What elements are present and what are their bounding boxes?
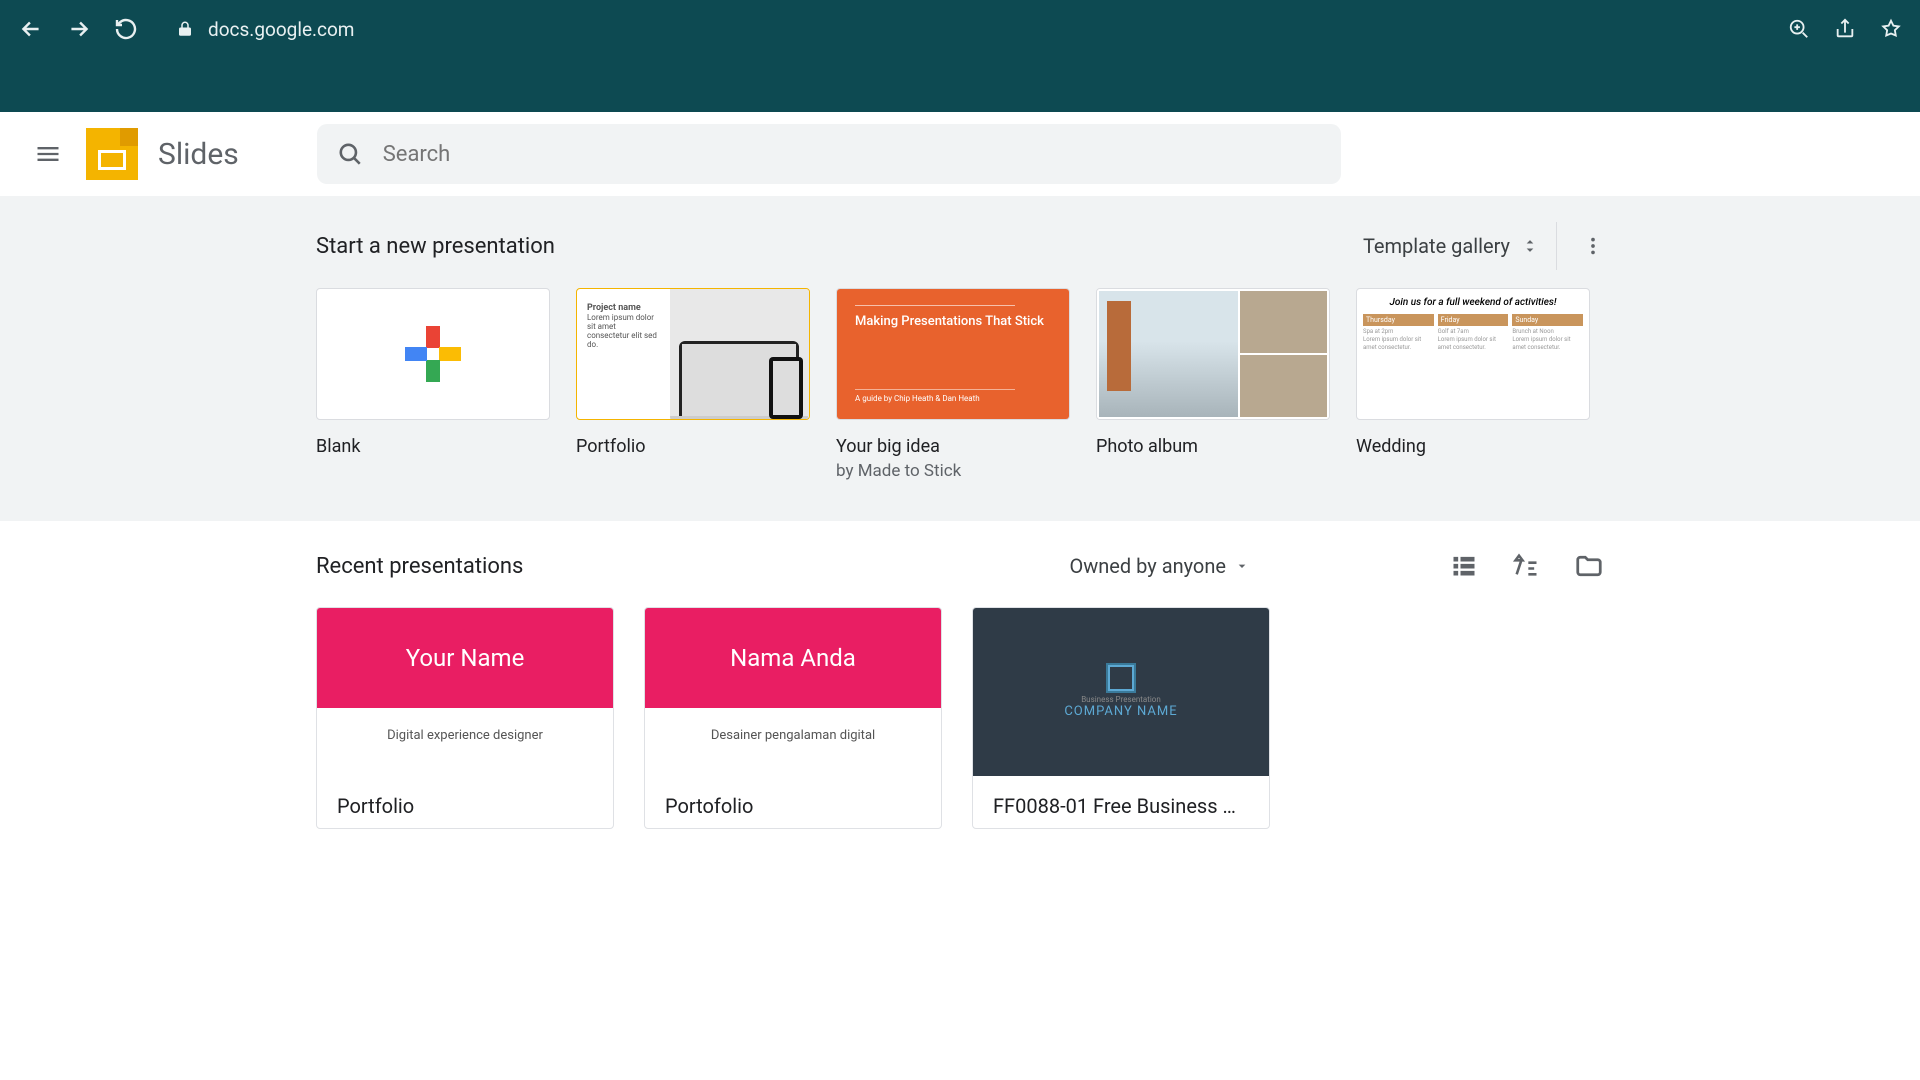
reload-button[interactable] bbox=[114, 17, 138, 41]
more-options-button[interactable] bbox=[1556, 222, 1604, 270]
zoom-icon[interactable] bbox=[1788, 18, 1810, 40]
sort-button[interactable] bbox=[1512, 551, 1540, 581]
template-blank[interactable]: Blank bbox=[316, 288, 550, 481]
forward-button[interactable] bbox=[66, 16, 92, 42]
browser-tab-strip bbox=[0, 58, 1920, 112]
recent-heading: Recent presentations bbox=[316, 554, 523, 579]
recent-section: Recent presentations Owned by anyone You… bbox=[0, 521, 1920, 859]
app-header: Slides bbox=[0, 112, 1920, 196]
template-portfolio[interactable]: Project nameLorem ipsum dolor sit amet c… bbox=[576, 288, 810, 481]
share-icon[interactable] bbox=[1834, 18, 1856, 40]
star-icon[interactable] bbox=[1880, 18, 1902, 40]
back-button[interactable] bbox=[18, 16, 44, 42]
search-input[interactable] bbox=[383, 142, 1321, 167]
templates-section: Start a new presentation Template galler… bbox=[0, 196, 1920, 521]
template-wedding[interactable]: Join us for a full weekend of activities… bbox=[1356, 288, 1590, 481]
recent-presentation[interactable]: Business Presentation COMPANY NAME FF008… bbox=[972, 607, 1270, 829]
recent-presentation[interactable]: Your Name Digital experience designer Po… bbox=[316, 607, 614, 829]
unfold-icon bbox=[1520, 236, 1540, 256]
file-picker-button[interactable] bbox=[1574, 551, 1604, 581]
recent-presentation[interactable]: Nama Anda Desainer pengalaman digital Po… bbox=[644, 607, 942, 829]
url-text[interactable]: docs.google.com bbox=[208, 18, 354, 41]
menu-button[interactable] bbox=[24, 130, 72, 178]
browser-toolbar: docs.google.com bbox=[0, 0, 1920, 58]
templates-heading: Start a new presentation bbox=[316, 234, 555, 259]
app-title: Slides bbox=[158, 137, 239, 172]
slides-logo-icon bbox=[86, 128, 138, 180]
list-view-button[interactable] bbox=[1450, 551, 1478, 581]
lock-icon bbox=[176, 20, 194, 38]
template-gallery-toggle[interactable]: Template gallery bbox=[1363, 234, 1540, 258]
template-photo-album[interactable]: Photo album bbox=[1096, 288, 1330, 481]
search-icon bbox=[337, 141, 363, 167]
plus-icon bbox=[405, 326, 461, 382]
owner-filter-dropdown[interactable]: Owned by anyone bbox=[1069, 554, 1250, 578]
caret-down-icon bbox=[1234, 558, 1250, 574]
search-bar[interactable] bbox=[317, 124, 1341, 184]
template-your-big-idea[interactable]: Making Presentations That Stick A guide … bbox=[836, 288, 1070, 481]
